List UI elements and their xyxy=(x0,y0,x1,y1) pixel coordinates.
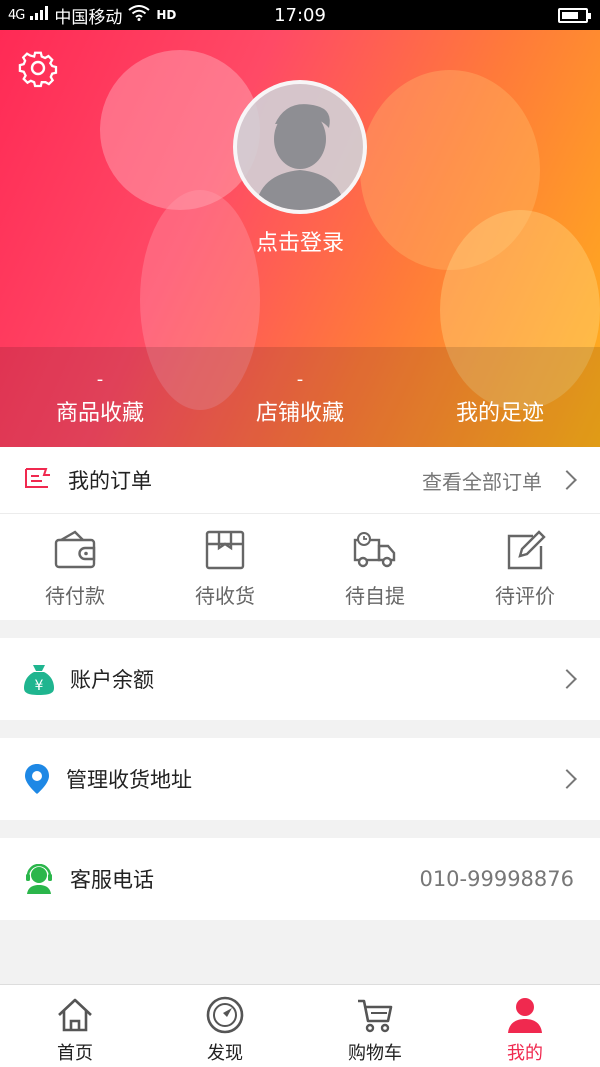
tab-label: 购物车 xyxy=(348,1043,402,1064)
network-type: 4G xyxy=(8,7,25,23)
customer-service-row[interactable]: 客服电话 010-99998876 xyxy=(0,838,600,920)
tab-label: 首页 xyxy=(57,1043,93,1064)
chevron-right-icon xyxy=(557,769,577,789)
order-pending-review[interactable]: 待评价 xyxy=(450,514,600,620)
stat-count: - xyxy=(96,369,104,390)
stat-label: 我的足迹 xyxy=(455,401,544,426)
order-status-label: 待自提 xyxy=(345,584,405,608)
wallet-icon xyxy=(54,530,96,569)
customer-service-phone[interactable]: 010-99998876 xyxy=(419,867,574,891)
chevron-right-icon xyxy=(557,669,577,689)
tab-label: 发现 xyxy=(207,1043,243,1064)
order-status-label: 待评价 xyxy=(495,584,555,608)
account-balance-row[interactable]: ¥ 账户余额 xyxy=(0,638,600,720)
customer-service-label: 客服电话 xyxy=(70,868,154,892)
call-icon: HD xyxy=(156,8,177,22)
manage-address-row[interactable]: 管理收货地址 xyxy=(0,738,600,820)
tab-mine[interactable]: 我的 xyxy=(450,985,600,1067)
my-orders-title: 我的订单 xyxy=(68,469,152,493)
stat-product-favorites[interactable]: - 商品收藏 xyxy=(0,347,200,447)
default-avatar-icon xyxy=(255,104,345,210)
manage-address-label: 管理收货地址 xyxy=(66,768,192,792)
truck-icon xyxy=(353,532,396,568)
order-status-bar: 待付款 待收货 待自提 待评价 xyxy=(0,514,600,620)
account-balance-label: 账户余额 xyxy=(70,668,154,692)
status-bar: 4G 中国移动 HD 17:09 xyxy=(0,0,600,30)
avatar[interactable] xyxy=(233,80,367,214)
tab-cart[interactable]: 购物车 xyxy=(300,985,450,1067)
location-pin-icon xyxy=(25,764,49,794)
stat-count xyxy=(400,369,600,389)
order-pending-receipt[interactable]: 待收货 xyxy=(150,514,300,620)
svg-text:¥: ¥ xyxy=(35,678,44,694)
order-status-label: 待付款 xyxy=(45,584,105,608)
view-all-orders-link[interactable]: 查看全部订单 xyxy=(422,466,542,495)
order-pending-payment[interactable]: 待付款 xyxy=(0,514,150,620)
user-icon xyxy=(508,998,542,1033)
chevron-right-icon xyxy=(557,470,577,490)
order-status-label: 待收货 xyxy=(195,584,255,608)
cart-icon xyxy=(358,999,393,1033)
order-list-icon xyxy=(24,467,54,493)
stat-label: 商品收藏 xyxy=(55,401,144,426)
package-icon xyxy=(205,530,245,570)
settings-gear-icon[interactable] xyxy=(18,48,58,88)
tab-home[interactable]: 首页 xyxy=(0,985,150,1067)
profile-header: 点击登录 - 商品收藏 - 店铺收藏 我的足迹 xyxy=(0,30,600,447)
home-icon xyxy=(58,998,92,1032)
stat-label: 店铺收藏 xyxy=(255,401,344,426)
tab-discover[interactable]: 发现 xyxy=(150,985,300,1067)
money-bag-icon: ¥ xyxy=(24,665,54,695)
customer-service-icon xyxy=(26,864,52,894)
login-link[interactable]: 点击登录 xyxy=(0,225,600,257)
tab-label: 我的 xyxy=(507,1043,543,1064)
my-orders-row[interactable]: 我的订单 查看全部订单 xyxy=(0,447,600,514)
stat-count: - xyxy=(296,369,304,390)
compass-icon xyxy=(206,996,244,1034)
stats-bar: - 商品收藏 - 店铺收藏 我的足迹 xyxy=(0,347,600,447)
edit-icon xyxy=(507,530,546,570)
bottom-tab-bar: 首页 发现 购物车 我的 xyxy=(0,984,600,1067)
signal-icon xyxy=(30,5,49,25)
carrier-name: 中国移动 xyxy=(54,7,123,28)
order-pending-pickup[interactable]: 待自提 xyxy=(300,514,450,620)
wifi-icon xyxy=(128,4,150,26)
stat-footprints[interactable]: 我的足迹 xyxy=(400,347,600,447)
battery-icon xyxy=(558,8,591,23)
stat-shop-favorites[interactable]: - 店铺收藏 xyxy=(200,347,400,447)
